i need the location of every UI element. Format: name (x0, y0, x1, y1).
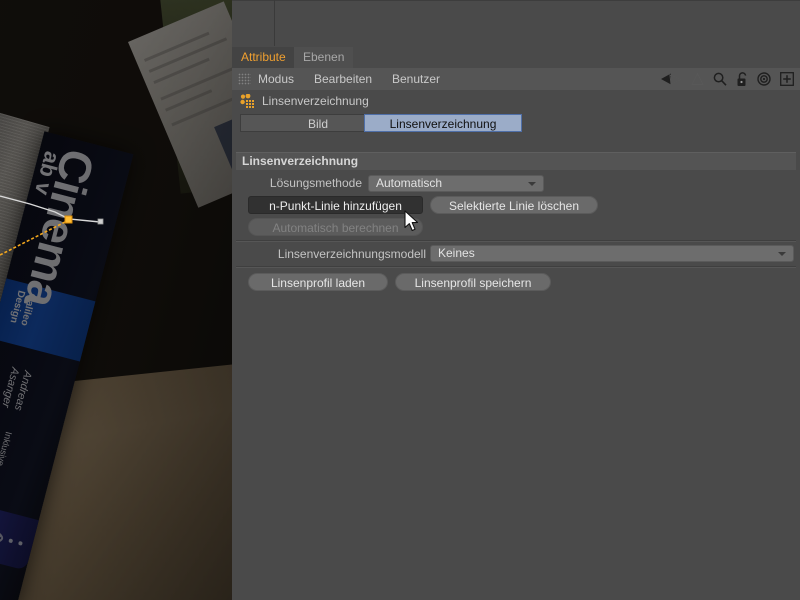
distortion-model-dropdown[interactable]: Keines (430, 245, 794, 262)
n-point-line[interactable] (0, 219, 70, 256)
delete-selected-line-button[interactable]: Selektierte Linie löschen (430, 196, 598, 214)
panel-column-divider (274, 0, 275, 46)
menu-bearbeiten[interactable]: Bearbeiten (314, 68, 372, 90)
line-endpoint[interactable] (97, 218, 104, 225)
tab-attribute[interactable]: Attribute (232, 47, 295, 68)
section-title: Linsenverzeichnung (242, 154, 359, 168)
panel-tab-bar: Attribute Ebenen (232, 47, 800, 68)
back-arrow-icon[interactable] (660, 72, 682, 86)
section-divider (236, 240, 796, 242)
object-header: Linsenverzeichnung (232, 90, 800, 112)
upper-empty-panel (232, 0, 800, 48)
search-icon[interactable] (713, 72, 727, 86)
plus-box-icon[interactable] (780, 72, 794, 86)
attribute-menu-bar: Modus Bearbeiten Benutzer (232, 68, 800, 91)
save-lens-profile-button[interactable]: Linsenprofil speichern (395, 273, 551, 291)
load-lens-profile-button[interactable]: Linsenprofil laden (248, 273, 388, 291)
distortion-model-value: Keines (438, 246, 475, 260)
attribute-manager: Attribute Ebenen Modus Bearbeiten Benutz… (232, 0, 800, 600)
screenshot-root: Cinema ab v Galileo Design Andreas Asang… (0, 0, 800, 600)
chevron-down-icon-2 (778, 252, 786, 256)
menu-benutzer[interactable]: Benutzer (392, 68, 440, 90)
label-distortion-model: Linsenverzeichnungsmodell (277, 247, 426, 261)
section-header: Linsenverzeichnung (236, 152, 796, 170)
add-n-point-line-button[interactable]: n-Punkt-Linie hinzufügen (248, 196, 423, 214)
attribute-toolbar (660, 68, 794, 90)
object-mode-tabs: Bild Linsenverzeichnung (232, 112, 800, 136)
solution-method-value: Automatisch (376, 176, 443, 190)
solution-method-dropdown[interactable]: Automatisch (368, 175, 544, 192)
object-title: Linsenverzeichnung (262, 94, 369, 108)
camera-calibrator-icon (240, 93, 255, 109)
chevron-down-icon (528, 182, 536, 186)
line-control-point[interactable] (64, 215, 73, 224)
distortion-line-overlay[interactable] (0, 0, 232, 600)
dotted-grip-icon[interactable] (238, 73, 251, 85)
label-solution-method: Lösungsmethode (269, 176, 362, 190)
target-icon[interactable] (757, 72, 771, 86)
auto-compute-button[interactable]: Automatisch berechnen (248, 218, 423, 236)
reference-edge-line (0, 195, 102, 223)
forward-arrow-icon[interactable] (691, 72, 704, 86)
menu-modus[interactable]: Modus (258, 68, 294, 90)
tab-ebenen[interactable]: Ebenen (294, 47, 354, 68)
mode-tab-linsenverzeichnung[interactable]: Linsenverzeichnung (364, 114, 522, 132)
camera-calibrator-viewport[interactable]: Cinema ab v Galileo Design Andreas Asang… (0, 0, 232, 600)
lock-open-icon[interactable] (736, 71, 748, 87)
section-divider-2 (236, 266, 796, 268)
